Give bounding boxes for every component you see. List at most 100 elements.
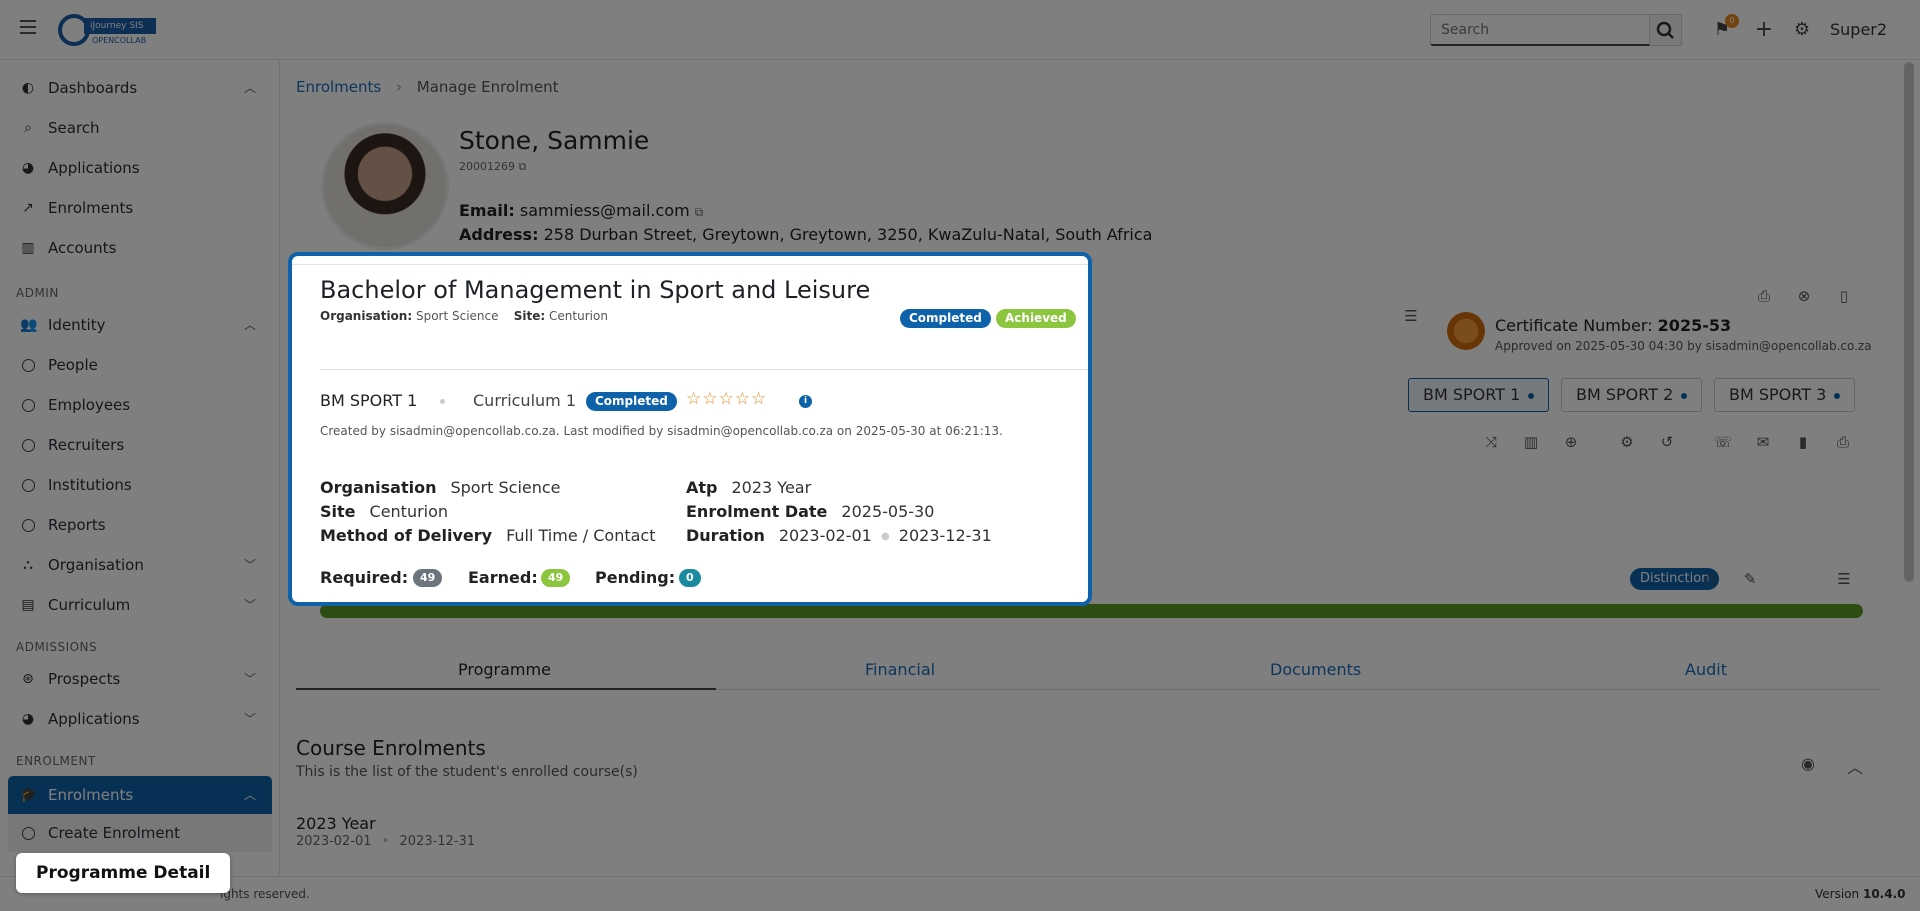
field-label: Site (320, 502, 356, 521)
sidebar-item-label: Dashboards (48, 79, 138, 97)
programme-tab-bm-sport-3[interactable]: BM SPORT 3 (1714, 378, 1856, 412)
copy-icon[interactable]: ⧉ (695, 205, 704, 219)
sidebar-item-recruiters[interactable]: Recruiters (0, 426, 280, 464)
sidebar-item-enrolments[interactable]: 🎓 Enrolments ︿ (8, 776, 272, 814)
sidebar-item-enrolments-stats[interactable]: ↗ Enrolments (0, 189, 280, 227)
book-open-icon[interactable]: ▥ (1519, 430, 1543, 454)
app-logo[interactable]: iJourney SIS OPENCOLLAB (58, 14, 164, 48)
sidebar-item-search[interactable]: ⌕ Search (0, 109, 280, 147)
prospects-icon: ⊛ (22, 671, 34, 687)
info-icon[interactable]: i (799, 395, 812, 408)
tab-documents[interactable]: Documents (1270, 660, 1361, 679)
sidebar-item-employees[interactable]: Employees (0, 386, 280, 424)
star-icon[interactable]: ☆ (702, 389, 718, 409)
checklist-icon[interactable]: ☰ (1399, 304, 1423, 328)
sidebar-item-dashboards[interactable]: ◐ Dashboards ︿ (0, 69, 280, 107)
duration-end: 2023-12-31 (898, 526, 992, 545)
sidebar-item-label: Curriculum (48, 596, 131, 614)
field-value: 2023 Year (731, 478, 812, 497)
search-button[interactable] (1650, 14, 1682, 46)
tab-financial[interactable]: Financial (865, 660, 935, 679)
history-icon[interactable]: ↺ (1655, 430, 1679, 454)
sidebar-item-create-enrolment[interactable]: Create Enrolment (8, 814, 272, 852)
user-menu[interactable]: Super2 (1830, 20, 1887, 39)
star-icon[interactable]: ☆ (735, 389, 751, 409)
print-icon[interactable]: ⎙ (1752, 284, 1776, 308)
field-enrolment-date: Enrolment Date 2025-05-30 (686, 502, 934, 521)
circle-icon (22, 479, 35, 492)
sidebar-item-institutions[interactable]: Institutions (0, 466, 280, 504)
mobile-icon[interactable]: ▮ (1791, 430, 1815, 454)
sidebar-item-accounts[interactable]: ▥ Accounts (0, 229, 280, 267)
search-icon (1656, 21, 1674, 39)
site-label: Site: (513, 309, 546, 323)
address-label: Address: (459, 225, 539, 244)
sidebar-item-label: Institutions (48, 476, 132, 494)
palette-icon: ◐ (21, 80, 35, 96)
gear-icon[interactable]: ⚙ (1615, 430, 1639, 454)
menu-icon[interactable] (20, 20, 36, 34)
cancel-icon[interactable]: ⊗ (1792, 284, 1816, 308)
active-tab-indicator (296, 688, 716, 690)
sidebar-item-applications[interactable]: ◕ Applications (0, 149, 280, 187)
chat-icon[interactable]: ☏ (1711, 430, 1735, 454)
eye-icon[interactable]: ◉ (1801, 754, 1815, 773)
tab-audit[interactable]: Audit (1685, 660, 1727, 679)
pie-chart-icon: ◕ (21, 711, 35, 727)
search-icon: ⌕ (24, 120, 32, 136)
shuffle-icon[interactable]: ⤨ (1479, 430, 1503, 454)
star-icon[interactable]: ☆ (686, 389, 702, 409)
mail-icon[interactable]: ✉ (1751, 430, 1775, 454)
email-label: Email: (459, 201, 515, 220)
sidebar-item-reports[interactable]: Reports (0, 506, 280, 544)
edit-icon[interactable]: ✎ (1738, 567, 1762, 591)
chevron-up-icon: ︿ (244, 81, 257, 95)
sidebar-item-label: Reports (48, 516, 106, 534)
star-icon[interactable]: ☆ (719, 389, 735, 409)
print-icon[interactable]: ⎙ (1698, 567, 1722, 591)
separator-dot (440, 399, 445, 404)
add-icon[interactable]: + (1752, 18, 1776, 42)
org-value: Sport Science (415, 309, 499, 323)
field-site: Site Centurion (320, 502, 448, 521)
student-name: Stone, Sammie (459, 126, 650, 155)
earned-label: Earned: (468, 568, 538, 587)
footer: ights reserved. Version 10.4.0 (0, 876, 1920, 911)
sidebar-item-label: People (48, 356, 98, 374)
settings-icon[interactable]: ⚙ (1790, 18, 1814, 42)
search-input[interactable] (1430, 14, 1650, 46)
sidebar-item-people[interactable]: People (0, 346, 280, 384)
hierarchy-icon: ⛬ (23, 557, 33, 573)
sidebar-item-label: Applications (48, 159, 140, 177)
rating-stars[interactable]: ☆☆☆☆☆ (686, 389, 767, 409)
tab-programme[interactable]: Programme (458, 660, 551, 679)
chevron-down-icon: ﹀ (244, 598, 257, 612)
sidebar-item-prospects[interactable]: ⊛ Prospects ﹀ (0, 660, 280, 698)
print-icon[interactable]: ⎙ (1831, 430, 1855, 454)
sidebar-item-applications-admissions[interactable]: ◕ Applications ﹀ (0, 700, 280, 738)
sidebar-item-label: Create Enrolment (48, 824, 181, 842)
breadcrumb-enrolments-link[interactable]: Enrolments (296, 78, 381, 96)
sidebar-item-identity[interactable]: 👥 Identity ︿ (0, 306, 280, 344)
top-bar: iJourney SIS OPENCOLLAB ⚑ 0 + ⚙ Super2 (0, 0, 1920, 60)
sidebar-item-curriculum[interactable]: ▤ Curriculum ﹀ (0, 586, 280, 624)
programme-tab-bm-sport-2[interactable]: BM SPORT 2 (1561, 378, 1703, 412)
email-value: sammiess@mail.com (519, 201, 690, 220)
page-scrollbar[interactable] (1904, 62, 1914, 582)
circle-icon (22, 519, 35, 532)
field-duration: Duration 2023-02-01 ● 2023-12-31 (686, 526, 992, 545)
document-icon[interactable]: ▯ (1832, 284, 1856, 308)
chevron-up-icon[interactable]: ︿ (1847, 754, 1863, 778)
add-circle-icon[interactable]: ⊕ (1559, 430, 1583, 454)
sidebar-item-organisation[interactable]: ⛬ Organisation ﹀ (0, 546, 280, 584)
star-icon[interactable]: ☆ (751, 389, 767, 409)
programme-tab-bm-sport-1[interactable]: BM SPORT 1 (1408, 378, 1550, 412)
copy-icon[interactable]: ⧉ (519, 160, 527, 173)
version-label: Version (1815, 887, 1860, 901)
status-badge-completed: Completed (900, 309, 991, 328)
programme-code: BM SPORT 1 (320, 391, 418, 410)
course-year-title: 2023 Year (296, 814, 376, 833)
card-divider (320, 369, 1088, 370)
checklist-icon[interactable]: ☰ (1832, 567, 1856, 591)
footer-copyright: ights reserved. (220, 887, 310, 901)
